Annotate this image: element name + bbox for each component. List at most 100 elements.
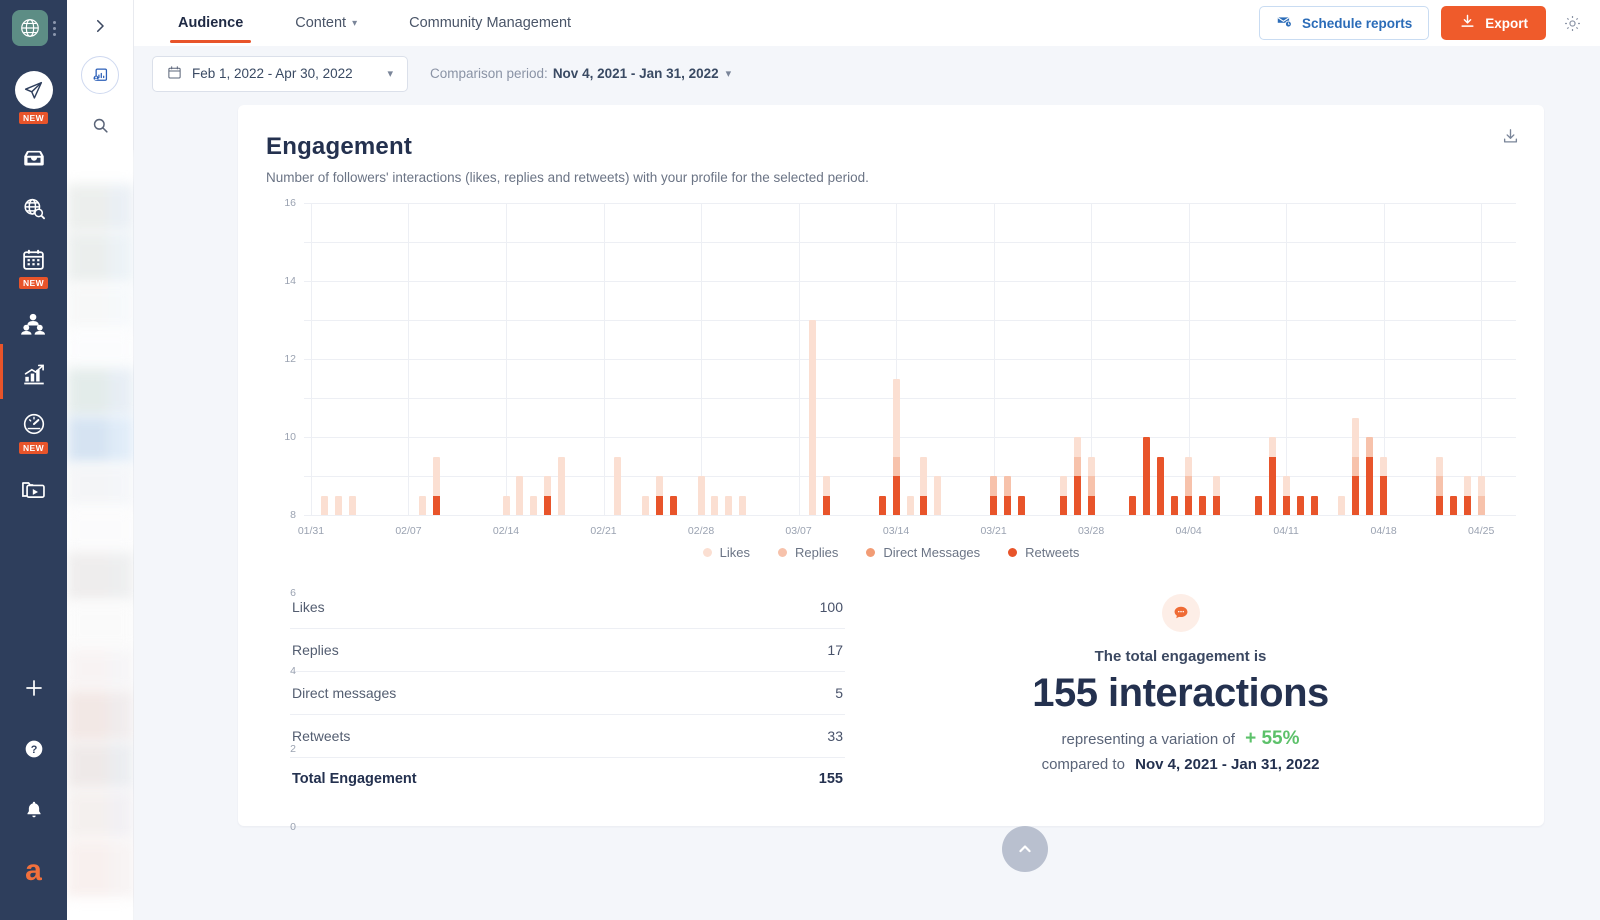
chart-bar[interactable] bbox=[934, 476, 941, 515]
chart-bar[interactable] bbox=[1255, 496, 1262, 516]
chart-bar[interactable] bbox=[1004, 476, 1011, 515]
brand-globe-icon[interactable] bbox=[12, 10, 48, 46]
sidebar-item-dashboard[interactable]: NEW bbox=[0, 400, 67, 456]
chart-bar-segment bbox=[990, 496, 997, 516]
chart-bar[interactable] bbox=[503, 496, 510, 516]
legend-item[interactable]: Replies bbox=[778, 545, 838, 560]
chart-bar[interactable] bbox=[739, 496, 746, 516]
chart-bar-segment bbox=[739, 496, 746, 516]
plus-icon bbox=[19, 673, 49, 703]
chart-bar[interactable] bbox=[1157, 457, 1164, 516]
sidebar-item-calendar[interactable]: NEW bbox=[0, 235, 67, 291]
expand-sidebar-button[interactable] bbox=[82, 8, 118, 44]
brand-menu-dots[interactable] bbox=[53, 21, 56, 36]
chart-bar[interactable] bbox=[698, 476, 705, 515]
chart-bar[interactable] bbox=[1436, 457, 1443, 516]
chart-bar[interactable] bbox=[642, 496, 649, 516]
gear-icon[interactable] bbox=[1558, 9, 1586, 37]
account-analytics-icon[interactable] bbox=[81, 56, 119, 94]
chart-bar[interactable] bbox=[335, 496, 342, 516]
download-chart-icon[interactable] bbox=[1501, 127, 1520, 151]
chart-bar[interactable] bbox=[1478, 476, 1485, 515]
sidebar-item-audience[interactable] bbox=[0, 300, 67, 341]
chart-bar-segment bbox=[544, 476, 551, 496]
sidebar-item-notifications[interactable] bbox=[0, 786, 67, 827]
chart-bar-segment bbox=[920, 496, 927, 515]
chart-bar[interactable] bbox=[1199, 496, 1206, 516]
chart-bar[interactable] bbox=[1060, 476, 1067, 515]
chart-bar[interactable] bbox=[544, 476, 551, 515]
chart-bar[interactable] bbox=[1213, 476, 1220, 515]
summary-total: 155 interactions bbox=[1032, 671, 1329, 716]
sidebar-item-listening[interactable] bbox=[0, 185, 67, 226]
chart-bar[interactable] bbox=[711, 496, 718, 516]
chart-bar[interactable] bbox=[1143, 437, 1150, 515]
chart-bar[interactable] bbox=[1129, 496, 1136, 516]
chart-bar[interactable] bbox=[516, 476, 523, 515]
chart-bar[interactable] bbox=[1283, 476, 1290, 515]
chart-bar[interactable] bbox=[1311, 496, 1318, 516]
tab-content[interactable]: Content ▾ bbox=[269, 0, 383, 46]
chart-bar[interactable] bbox=[823, 476, 830, 515]
chart-bar[interactable] bbox=[1297, 496, 1304, 516]
chart-bar[interactable] bbox=[1088, 457, 1095, 516]
chart-bar[interactable] bbox=[614, 457, 621, 516]
chart-bar[interactable] bbox=[1464, 476, 1471, 515]
scroll-to-top-button[interactable] bbox=[1002, 826, 1048, 872]
sidebar-item-publish[interactable]: NEW bbox=[0, 62, 67, 126]
filter-bar: Feb 1, 2022 - Apr 30, 2022 ▾ Comparison … bbox=[134, 46, 1600, 101]
tab-audience[interactable]: Audience bbox=[152, 0, 269, 46]
chart-bar[interactable] bbox=[1352, 418, 1359, 516]
sidebar-item-inbox[interactable] bbox=[0, 135, 67, 176]
date-range-picker[interactable]: Feb 1, 2022 - Apr 30, 2022 ▾ bbox=[152, 56, 408, 92]
search-icon[interactable] bbox=[81, 106, 119, 144]
sidebar-item-add[interactable] bbox=[0, 664, 67, 705]
chart-bar[interactable] bbox=[725, 496, 732, 516]
sidebar-item-account[interactable]: a bbox=[0, 847, 67, 888]
export-button[interactable]: Export bbox=[1441, 6, 1546, 40]
chart-bar[interactable] bbox=[907, 496, 914, 516]
chart-bar[interactable] bbox=[1338, 496, 1345, 516]
legend-item[interactable]: Likes bbox=[703, 545, 750, 560]
chart-bar[interactable] bbox=[670, 496, 677, 516]
comparison-label: Comparison period: bbox=[430, 66, 548, 81]
tab-community-management[interactable]: Community Management bbox=[383, 0, 597, 46]
sidebar-item-help[interactable]: ? bbox=[0, 725, 67, 766]
chart-bar[interactable] bbox=[1018, 496, 1025, 516]
chart-bar-segment bbox=[1464, 496, 1471, 516]
chart-bar[interactable] bbox=[530, 496, 537, 516]
chart-bar[interactable] bbox=[433, 457, 440, 516]
legend-item[interactable]: Retweets bbox=[1008, 545, 1079, 560]
chart-bar[interactable] bbox=[809, 320, 816, 515]
engagement-card: Engagement Number of followers' interact… bbox=[238, 105, 1544, 826]
chart-bar-segment bbox=[1185, 457, 1192, 476]
chart-bar-segment bbox=[1366, 457, 1373, 516]
new-badge: NEW bbox=[19, 112, 48, 124]
chart-bar[interactable] bbox=[920, 457, 927, 516]
comparison-period-picker[interactable]: Comparison period: Nov 4, 2021 - Jan 31,… bbox=[430, 66, 731, 81]
card-subtitle: Number of followers' interactions (likes… bbox=[266, 170, 1516, 185]
chart-plot-area bbox=[304, 203, 1516, 515]
sidebar-item-analytics[interactable] bbox=[0, 350, 67, 391]
chart-bar[interactable] bbox=[990, 476, 997, 515]
chart-bar[interactable] bbox=[558, 457, 565, 516]
main-content: Audience Content ▾ Community Management bbox=[134, 0, 1600, 920]
chart-bar[interactable] bbox=[893, 379, 900, 516]
chart-bar[interactable] bbox=[656, 476, 663, 515]
app-root: NEW bbox=[0, 0, 1600, 920]
chart-bar[interactable] bbox=[1171, 496, 1178, 516]
chart-bar[interactable] bbox=[1366, 437, 1373, 515]
chart-bar[interactable] bbox=[349, 496, 356, 516]
chart-bar[interactable] bbox=[419, 496, 426, 516]
legend-item[interactable]: Direct Messages bbox=[866, 545, 980, 560]
sidebar-item-media-library[interactable] bbox=[0, 465, 67, 506]
chart-bar[interactable] bbox=[1185, 457, 1192, 516]
chart-bar[interactable] bbox=[1074, 437, 1081, 515]
brand-logo-wrap[interactable] bbox=[12, 10, 56, 46]
chart-bar[interactable] bbox=[1269, 437, 1276, 515]
schedule-reports-button[interactable]: Schedule reports bbox=[1259, 6, 1429, 40]
chart-bar[interactable] bbox=[1450, 496, 1457, 516]
chart-bar[interactable] bbox=[321, 496, 328, 516]
chart-bar[interactable] bbox=[879, 496, 886, 516]
chart-bar[interactable] bbox=[1380, 457, 1387, 516]
